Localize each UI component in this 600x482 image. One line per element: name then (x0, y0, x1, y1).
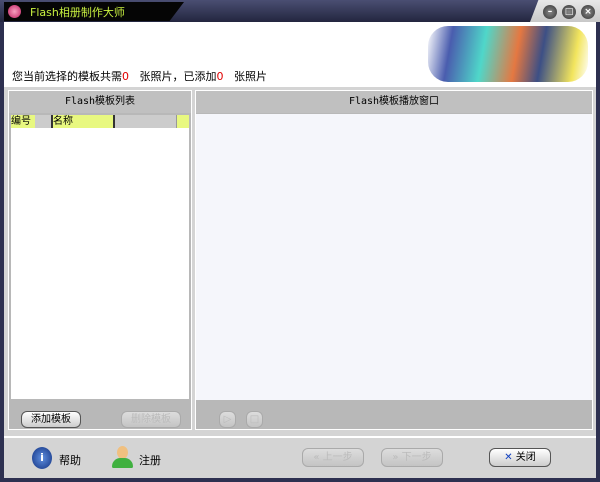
minimize-button[interactable]: – (543, 5, 557, 19)
close-window-button[interactable]: × (581, 5, 595, 19)
delete-template-button[interactable]: 删除模板 (121, 411, 181, 428)
required-count: 0 (122, 70, 129, 83)
register-link[interactable]: 注册 (139, 452, 161, 468)
info-prefix: 您当前选择的模板共需 (12, 70, 122, 83)
column-number[interactable]: 编号 (11, 115, 53, 128)
window-title: Flash相册制作大师 (30, 6, 125, 19)
player-area (196, 114, 592, 400)
column-filler (115, 115, 177, 128)
app-icon (8, 5, 21, 18)
add-template-button[interactable]: 添加模板 (21, 411, 81, 428)
list-column-header: 编号 名称 (11, 115, 189, 128)
player-title: Flash模板播放窗口 (196, 91, 592, 113)
app-window: Flash相册制作大师 – □ × 您当前选择的模板共需0 张照片，已添加0 张… (0, 0, 600, 482)
stop-button[interactable]: □ (246, 411, 263, 428)
window-controls: – □ × (530, 0, 600, 22)
x-icon: ✕ (504, 452, 513, 463)
next-label: 下一步 (401, 452, 432, 463)
info-mid: 张照片，已添加 (139, 70, 217, 83)
info-suffix: 张照片 (234, 70, 267, 83)
play-button[interactable]: ▷ (219, 411, 236, 428)
footer-bar: i 帮助 注册 « 上一步 » 下一步 ✕ 关闭 (4, 436, 596, 478)
prev-button[interactable]: « 上一步 (302, 448, 364, 467)
header-area: 您当前选择的模板共需0 张照片，已添加0 张照片 (4, 22, 596, 87)
template-list-title: Flash模板列表 (9, 91, 191, 113)
template-list-panel: Flash模板列表 编号 名称 添加模板 删除模板 (8, 90, 192, 430)
help-link[interactable]: 帮助 (59, 452, 81, 468)
user-icon[interactable] (112, 446, 133, 468)
added-count: 0 (216, 70, 224, 83)
close-button[interactable]: ✕ 关闭 (489, 448, 551, 467)
template-player-panel: Flash模板播放窗口 ▷ □ (195, 90, 593, 430)
template-list[interactable]: 编号 名称 (11, 115, 189, 399)
column-name[interactable]: 名称 (53, 115, 115, 128)
help-icon[interactable]: i (32, 447, 52, 469)
prev-label: 上一步 (322, 452, 353, 463)
photo-count-info: 您当前选择的模板共需0 张照片，已添加0 张照片 (12, 68, 267, 84)
banner-image (428, 26, 588, 82)
maximize-button[interactable]: □ (562, 5, 576, 19)
next-button[interactable]: » 下一步 (381, 448, 443, 467)
close-label: 关闭 (515, 452, 536, 463)
title-bar: Flash相册制作大师 – □ × (0, 0, 600, 22)
column-end (177, 115, 189, 128)
